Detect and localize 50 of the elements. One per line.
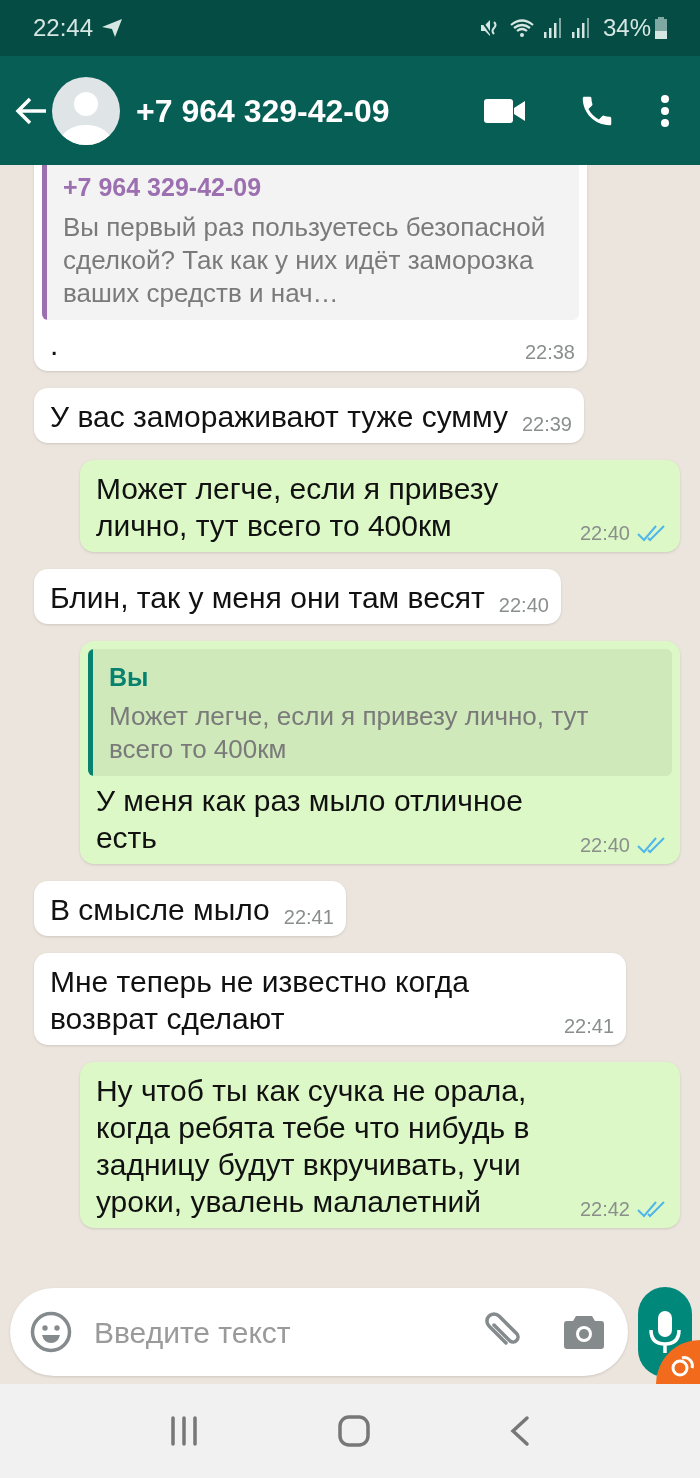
message-bubble[interactable]: +7 964 329-42-09 Вы первый раз пользуетесь безопасной сделкой? Так как у них идёт заморозка ваших средств и нач… . 22:38 <box>34 165 587 371</box>
quote-author: Вы <box>108 661 150 693</box>
message-text: . <box>50 326 59 363</box>
status-time: 22:44 <box>33 13 94 43</box>
video-call-icon[interactable] <box>484 96 526 125</box>
message-text: Ну чтоб ты как сучка не орала, когда ребята тебе что нибудь в задницу будут вкручивать, учи уроки, увалень малалетний <box>95 1073 531 1220</box>
quote-text: Вы первый раз пользуетесь безопасной сделкой? Так как у них идёт заморозка ваших средств и нач… <box>63 210 547 310</box>
back-arrow-icon[interactable] <box>14 95 48 126</box>
floating-app-overlay[interactable] <box>656 1340 700 1384</box>
message-time: 22:41 <box>283 905 334 930</box>
message-time: 22:39 <box>521 411 572 437</box>
paper-plane-icon <box>101 18 124 38</box>
message-text: У вас замораживают туже сумму <box>50 398 508 435</box>
message-time: 22:40 <box>579 833 630 858</box>
signal-icon <box>570 17 591 39</box>
message-bubble[interactable]: Ну чтоб ты как сучка не орала, когда ребята тебе что нибудь в задницу будут вкручивать, учи уроки, увалень малалетний 22:42 <box>79 1062 680 1228</box>
quoted-message[interactable]: +7 964 329-42-09 Вы первый раз пользуетесь безопасной сделкой? Так как у них идёт заморозка ваших средств и нач… <box>42 165 579 320</box>
message-text: Может легче, если я привезу лично, тут всего то 400км <box>95 470 500 544</box>
message-text: Блин, так у меня они там весят <box>50 579 485 616</box>
battery-icon <box>655 17 667 39</box>
microphone-icon <box>647 1310 683 1354</box>
contact-name[interactable]: +7 964 329-42-09 <box>136 86 390 135</box>
quote-author: +7 964 329-42-09 <box>63 172 263 203</box>
message-bubble[interactable]: Блин, так у меня они там весят 22:40 <box>34 568 561 624</box>
message-composer[interactable]: Введите текст <box>10 1288 628 1376</box>
message-input-field[interactable]: Введите текст <box>94 1309 480 1355</box>
message-text: В смысле мыло <box>50 892 270 928</box>
wifi-icon <box>508 17 535 39</box>
message-text: Мне теперь не известно когда возврат сделают <box>50 964 470 1037</box>
emoji-icon[interactable] <box>30 1311 72 1353</box>
battery-percent: 34% <box>602 13 651 43</box>
home-icon[interactable] <box>338 1415 370 1447</box>
message-time: 22:40 <box>498 592 549 618</box>
camera-icon[interactable] <box>564 1314 604 1350</box>
message-bubble[interactable]: Мне теперь не известно когда возврат сделают 22:41 <box>34 953 627 1045</box>
message-time: 22:41 <box>564 1014 615 1039</box>
message-bubble[interactable]: В смысле мыло 22:41 <box>34 881 346 936</box>
more-options-icon[interactable] <box>660 93 670 128</box>
message-time: 22:42 <box>579 1197 630 1222</box>
recent-apps-icon[interactable] <box>169 1416 200 1446</box>
message-bubble[interactable]: Может легче, если я привезу лично, тут всего то 400км 22:40 <box>79 459 680 552</box>
back-icon[interactable] <box>508 1415 531 1447</box>
message-time: 22:40 <box>579 520 630 546</box>
message-text: У меня как раз мыло отличное есть <box>95 783 524 856</box>
message-bubble[interactable]: У вас замораживают туже сумму 22:39 <box>34 387 584 443</box>
signal-icon <box>542 17 563 39</box>
quote-text: Может легче, если я привезу лично, тут всего то 400км <box>108 700 590 766</box>
quoted-message[interactable]: Вы Может легче, если я привезу лично, тут всего то 400км <box>87 648 672 776</box>
message-time: 22:38 <box>524 339 575 365</box>
message-bubble[interactable]: Вы Может легче, если я привезу лично, тут всего то 400км У меня как раз мыло отличное есть 22:40 <box>79 640 680 864</box>
